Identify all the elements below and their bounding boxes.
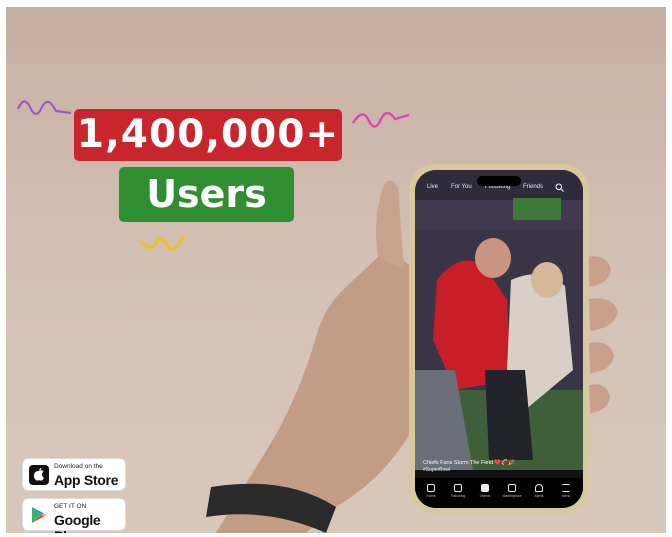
marketplace-tab[interactable]: Marketplace [500,482,524,504]
google-play-label: Google Play [54,512,101,533]
tab-label: Home [426,494,436,498]
tab-label: Alerts [534,494,544,498]
people-icon [454,484,462,492]
video-frame [415,170,583,508]
promo-banner: 1,400,000+ Users Live For You Following … [6,7,666,533]
tab-label: Menu [561,494,571,498]
phone-notch [477,176,521,186]
tab-label: Marketplace [502,494,522,498]
feed-top-tabs: Live For You Following Friends [415,183,583,198]
google-play-button[interactable]: GET IT ON Google Play [22,498,126,533]
app-store-label: App Store [54,472,119,488]
app-store-button[interactable]: Download on the App Store [22,458,126,491]
apple-icon [29,465,49,485]
tab-live[interactable]: Live [427,184,438,190]
tab-for-you[interactable]: For You [451,184,472,190]
bell-icon [535,484,543,492]
following-tab[interactable]: Following [446,482,470,504]
tab-label: Following [450,494,466,498]
alerts-tab[interactable]: Alerts [527,482,551,504]
smartphone: Live For You Following Friends Chiefs Fa… [409,164,589,514]
search-icon[interactable] [555,183,564,192]
bottom-tab-bar: Home Following Videos Marketplace Alerts… [415,478,583,508]
app-store-caption: Download on the [54,463,103,470]
tab-label: Videos [479,494,491,498]
phone-screen: Live For You Following Friends Chiefs Fa… [415,170,583,508]
home-tab[interactable]: Home [419,482,443,504]
google-play-icon [32,507,47,523]
videos-tab[interactable]: Videos [473,482,497,504]
menu-tab[interactable]: Menu [554,482,578,504]
store-icon [508,484,516,492]
video-caption: Chiefs Fans Storm The Field ❤️🏈🎉 [423,460,515,466]
menu-icon [562,484,570,492]
home-icon [427,484,435,492]
tab-friends[interactable]: Friends [523,184,543,190]
video-hashtag[interactable]: #SuperBowl [423,467,450,473]
play-icon [481,484,489,492]
google-play-caption: GET IT ON [54,503,87,510]
